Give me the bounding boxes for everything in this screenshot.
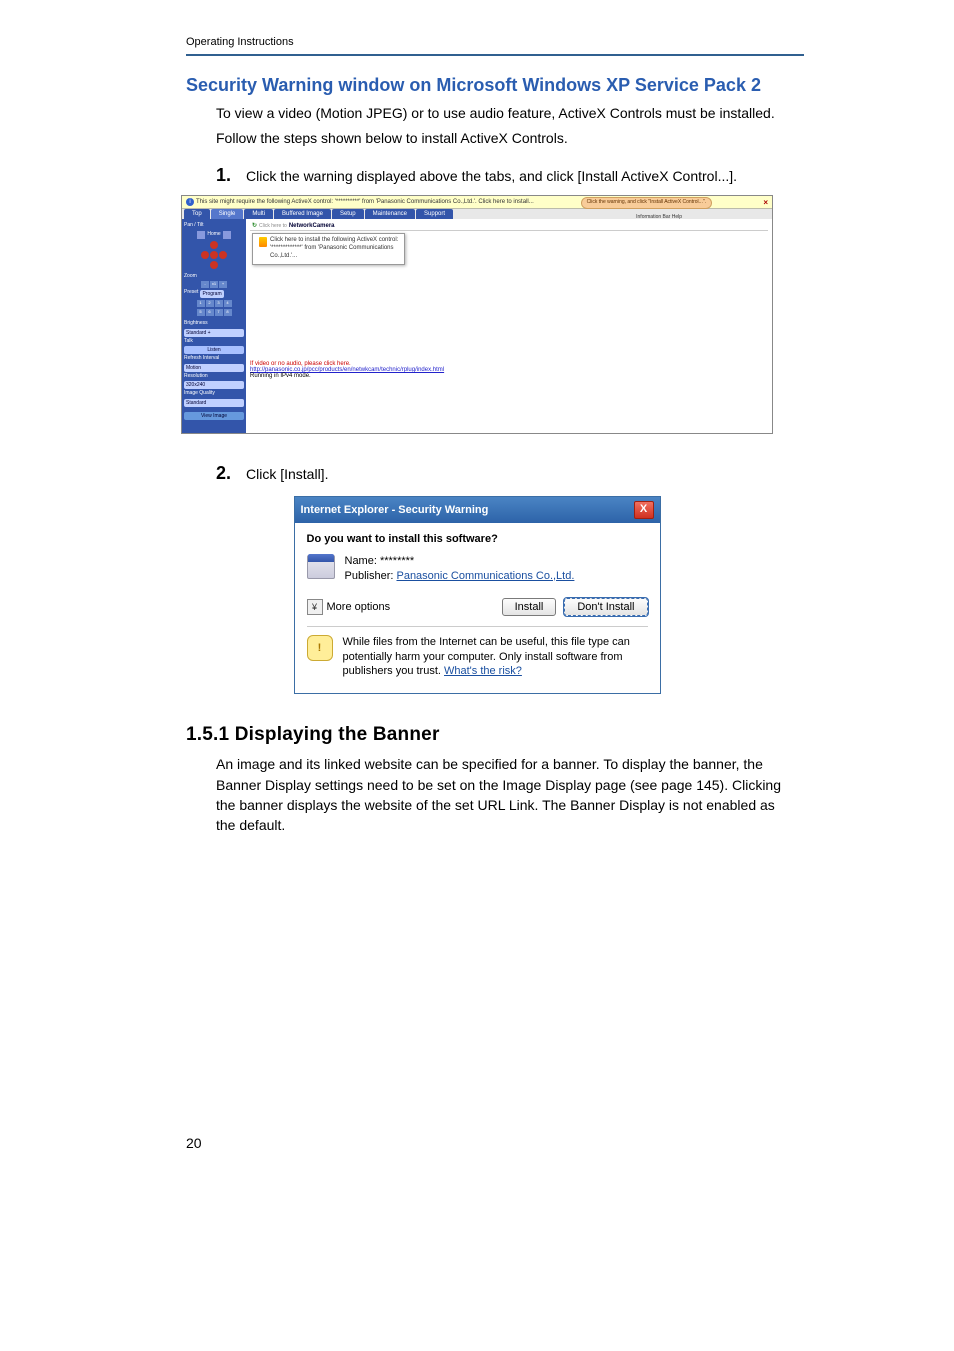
tab-multi[interactable]: Multi (244, 209, 273, 219)
popup-line1: Click here to install the following Acti… (270, 237, 398, 245)
image-quality-select[interactable]: Standard (184, 399, 244, 407)
software-icon (307, 555, 335, 579)
arrow-right-icon[interactable] (223, 231, 231, 239)
sidebar-preset-label: Preset (184, 290, 198, 298)
popup-line3: Co.,Ltd.'... (270, 253, 398, 261)
brightness-select[interactable]: Standard + (184, 329, 244, 337)
preset-4-button[interactable]: 4 (224, 300, 232, 307)
step-2-number: 2. (216, 462, 246, 485)
figure-title-bar: ↻ Click here to NetworkCamera (250, 221, 768, 231)
name-label: Name: (345, 555, 377, 567)
dialog-warning-row: ! While files from the Internet can be u… (307, 635, 648, 690)
header-title: Operating Instructions (186, 36, 294, 48)
more-options-text: More options (327, 601, 391, 613)
page-number: 20 (186, 1135, 202, 1151)
step-1-text: Click the warning displayed above the ta… (246, 164, 737, 187)
preset-8-button[interactable]: 8 (224, 309, 232, 316)
camera-title: NetworkCamera (289, 223, 335, 229)
shield-icon (259, 237, 267, 247)
sidebar-zoom-label: Zoom (184, 274, 244, 280)
info-icon: i (186, 198, 194, 206)
figure-bottom-text: If video or no audio, please click here.… (250, 361, 768, 379)
figure-browser-window: × Click the warning, and click "Install … (181, 195, 773, 434)
preset-6-button[interactable]: 6 (206, 309, 214, 316)
install-activex-popup[interactable]: Click here to install the following Acti… (252, 233, 405, 264)
preset-5-button[interactable]: 5 (197, 309, 205, 316)
chevron-down-icon: ¥ (307, 599, 323, 615)
sidebar-brightness-label: Brightness (184, 321, 244, 327)
sidebar-dot[interactable] (219, 251, 227, 259)
sidebar-refresh-label: Refresh Interval (184, 356, 244, 362)
sidebar-image-quality-label: Image Quality (184, 391, 244, 397)
software-name: ******** (380, 555, 414, 567)
preset-2-button[interactable]: 2 (206, 300, 214, 307)
more-options-toggle[interactable]: ¥ More options (307, 599, 391, 615)
dialog-close-button[interactable]: X (634, 501, 654, 519)
zoom-std-button[interactable]: x1 (210, 281, 218, 288)
tab-bar: Top Single Multi Buffered Image Setup Ma… (182, 209, 772, 219)
sidebar-dot[interactable] (210, 251, 218, 259)
step-2-row: 2. Click [Install]. (216, 462, 782, 485)
page-header: Operating Instructions (186, 36, 804, 56)
view-image-button[interactable]: View Image (184, 412, 244, 420)
intro-p2: Follow the steps shown below to install … (216, 128, 782, 148)
security-warning-dialog: Internet Explorer - Security Warning X D… (294, 496, 661, 695)
preset-program-select[interactable]: Program (200, 290, 223, 298)
figure-body: Pan / Tilt Home Zoom - x1 + (182, 219, 772, 433)
step-2-text: Click [Install]. (246, 462, 328, 485)
zoom-in-button[interactable]: + (219, 281, 227, 288)
dialog-body: Do you want to install this software? Na… (295, 523, 660, 694)
dialog-software-info: Name: ******** Publisher: Panasonic Comm… (307, 555, 648, 582)
listen-button[interactable]: Listen (184, 346, 244, 354)
dialog-divider (307, 626, 648, 627)
tab-top[interactable]: Top (184, 209, 210, 219)
camera-sidebar: Pan / Tilt Home Zoom - x1 + (182, 219, 246, 433)
dialog-title-bar: Internet Explorer - Security Warning X (295, 497, 660, 523)
refresh-icon[interactable]: ↻ (252, 222, 257, 229)
tab-support[interactable]: Support (416, 209, 453, 219)
dialog-actions: ¥ More options Install Don't Install (307, 594, 648, 626)
ipv4-mode-text: Running in IPv4 mode. (250, 373, 768, 379)
preset-1-button[interactable]: 1 (197, 300, 205, 307)
tab-buffered[interactable]: Buffered Image (274, 209, 331, 219)
sidebar-dot[interactable] (201, 251, 209, 259)
subsection-heading: 1.5.1 Displaying the Banner (186, 724, 804, 746)
zoom-out-button[interactable]: - (201, 281, 209, 288)
section-title: Security Warning window on Microsoft Win… (186, 74, 804, 97)
arrow-left-icon[interactable] (197, 231, 205, 239)
dialog-warning-text: While files from the Internet can be use… (343, 635, 648, 680)
tab-maintenance[interactable]: Maintenance (365, 209, 415, 219)
publisher-label: Publisher: (345, 570, 394, 582)
sidebar-resolution-label: Resolution (184, 374, 244, 380)
intro-p1: To view a video (Motion JPEG) or to use … (216, 103, 782, 123)
tab-single[interactable]: Single (211, 209, 244, 219)
dialog-title: Internet Explorer - Security Warning (301, 504, 489, 516)
sidebar-dot[interactable] (210, 261, 218, 269)
dont-install-button[interactable]: Don't Install (564, 598, 647, 616)
sidebar-talk-label: Talk (184, 339, 244, 345)
tab-setup[interactable]: Setup (332, 209, 364, 219)
preset-7-button[interactable]: 7 (215, 309, 223, 316)
clickhere-text: Click here to (259, 223, 287, 229)
dialog-question: Do you want to install this software? (307, 533, 648, 545)
refresh-interval-select[interactable]: Motion (184, 364, 244, 372)
preset-3-button[interactable]: 3 (215, 300, 223, 307)
sidebar-pan-tilt-label: Pan / Tilt (184, 223, 244, 229)
resolution-select[interactable]: 320x240 (184, 381, 244, 389)
banner-paragraph: An image and its linked website can be s… (216, 754, 782, 835)
install-button[interactable]: Install (502, 598, 557, 616)
sidebar-dot[interactable] (210, 241, 218, 249)
close-icon[interactable]: × (763, 198, 768, 207)
callout-bubble: Click the warning, and click "Install Ac… (581, 197, 712, 209)
whats-the-risk-link[interactable]: What's the risk? (444, 665, 522, 677)
home-label[interactable]: Home (207, 232, 220, 238)
publisher-link[interactable]: Panasonic Communications Co.,Ltd. (396, 570, 574, 582)
figure-main-area: ↻ Click here to NetworkCamera Click here… (246, 219, 772, 433)
step-1-number: 1. (216, 164, 246, 187)
step-1-row: 1. Click the warning displayed above the… (216, 164, 782, 187)
popup-line2: '*************' from 'Panasonic Communic… (270, 245, 398, 253)
information-bar-text: This site might require the following Ac… (196, 199, 534, 205)
warning-shield-icon: ! (307, 635, 333, 661)
intro-block: To view a video (Motion JPEG) or to use … (216, 103, 782, 148)
